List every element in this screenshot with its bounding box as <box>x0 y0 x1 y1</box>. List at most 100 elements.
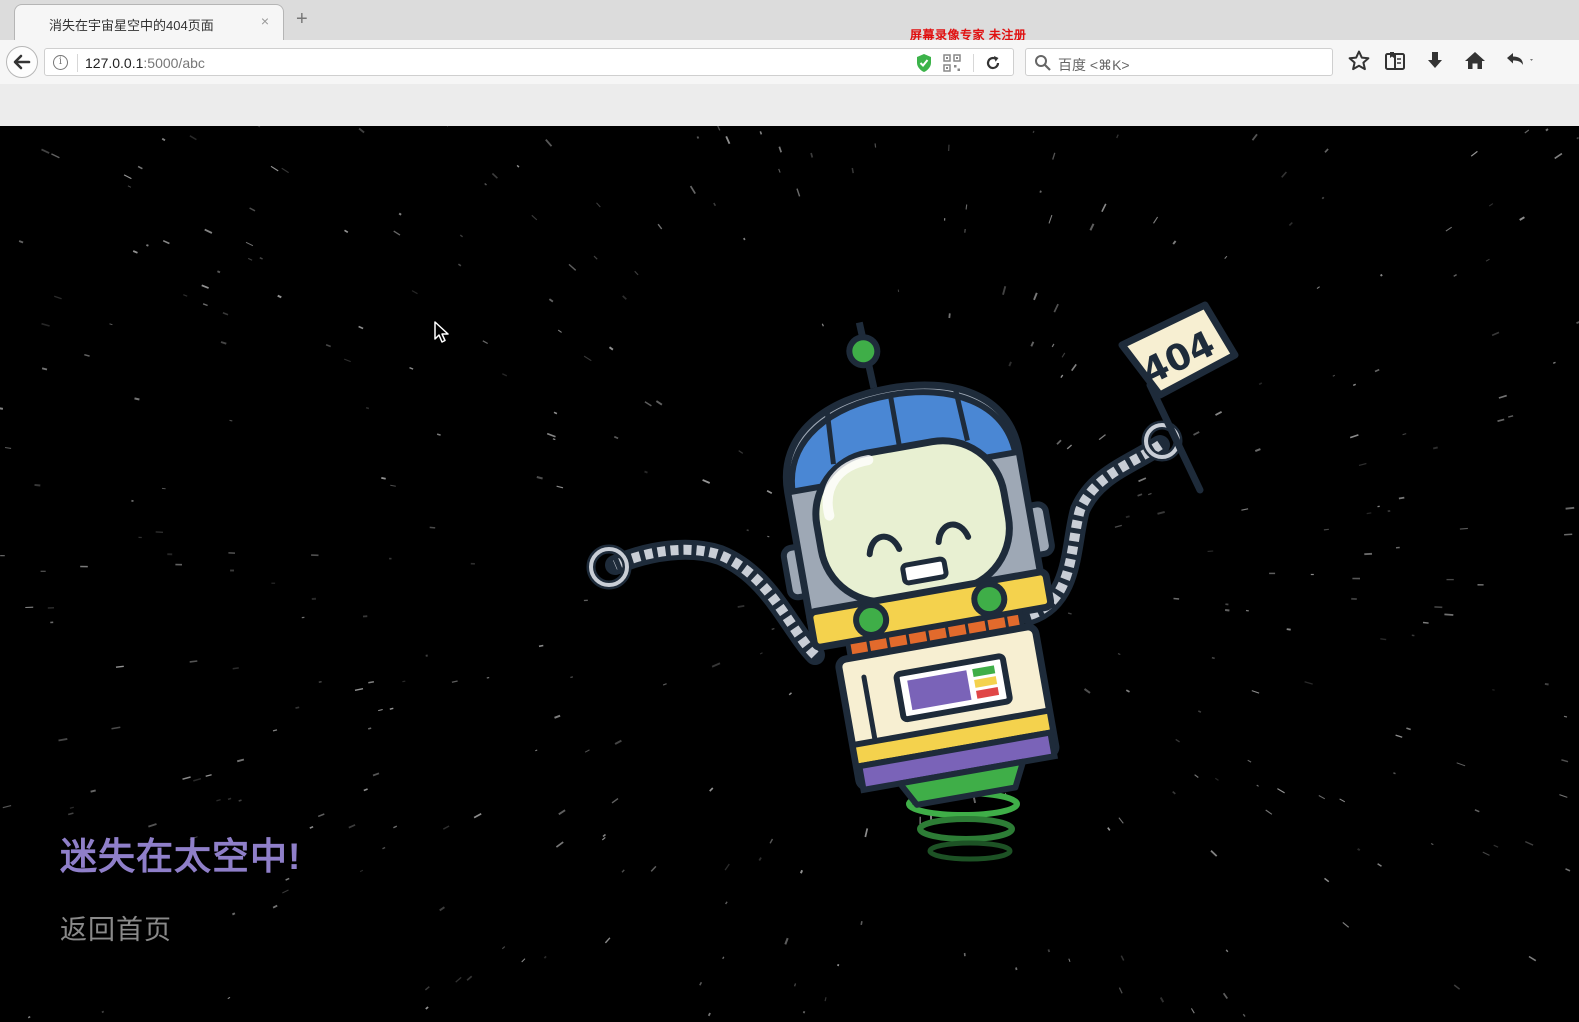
star-streak <box>810 152 814 158</box>
search-bar[interactable]: 百度 <⌘K> <box>1025 48 1333 76</box>
star-streak <box>521 958 526 963</box>
star-streak <box>1251 133 1258 141</box>
thruster-ring-2 <box>917 816 1015 842</box>
star-streak <box>634 270 639 276</box>
star-streak <box>259 257 263 260</box>
star-streak <box>238 799 242 802</box>
star-streak <box>1525 841 1534 846</box>
star-streak <box>1406 727 1411 731</box>
star-streak <box>1422 621 1429 624</box>
mouse-cursor-icon <box>434 321 449 343</box>
star-streak <box>84 353 90 357</box>
star-streak <box>272 729 278 732</box>
star-streak <box>778 146 783 153</box>
back-button[interactable] <box>6 46 38 78</box>
star-streak <box>201 284 209 289</box>
star-streak <box>1444 613 1454 616</box>
info-icon[interactable]: i <box>53 55 68 70</box>
star-streak <box>1498 394 1507 399</box>
star-streak <box>257 126 261 128</box>
star-streak <box>2 805 12 809</box>
address-bar[interactable]: i 127.0.0.1:5000/abc <box>44 48 1014 76</box>
bookmark-star-icon[interactable] <box>1347 49 1371 73</box>
star-streak <box>365 406 370 410</box>
browser-tab[interactable]: 消失在宇宙星空中的404页面 × <box>14 4 284 40</box>
star-streak <box>689 185 696 195</box>
qr-code-icon[interactable] <box>943 54 961 72</box>
star-streak <box>824 997 827 1002</box>
star-streak <box>442 825 450 830</box>
star-streak <box>344 358 351 363</box>
star-streak <box>222 312 229 316</box>
star-streak <box>90 789 96 793</box>
star-streak <box>1493 844 1499 848</box>
star-streak <box>132 250 138 254</box>
star-streak <box>1332 374 1336 377</box>
star-streak <box>874 143 877 148</box>
new-tab-button[interactable]: + <box>296 9 308 29</box>
star-streak <box>193 777 202 782</box>
star-streak <box>34 483 41 487</box>
star-streak <box>1321 196 1325 200</box>
star-streak <box>1564 533 1573 536</box>
star-streak <box>1559 794 1568 798</box>
star-streak <box>707 1012 711 1017</box>
tab-title: 消失在宇宙星空中的404页面 <box>49 18 214 33</box>
star-streak <box>1342 921 1350 928</box>
star-streak <box>1445 226 1453 232</box>
reload-icon[interactable] <box>983 53 1003 73</box>
star-streak <box>1528 955 1537 962</box>
star-streak <box>429 526 436 529</box>
star-streak <box>389 707 394 710</box>
star-streak <box>556 485 564 489</box>
url-text[interactable]: 127.0.0.1:5000/abc <box>85 55 205 71</box>
star-streak <box>204 228 213 234</box>
star-streak <box>0 407 4 410</box>
star-streak <box>402 680 406 683</box>
tab-strip: 消失在宇宙星空中的404页面 × + <box>0 0 1579 40</box>
browser-chrome: 消失在宇宙星空中的404页面 × + 屏幕录像专家 未注册 i 127.0.0.… <box>0 0 1579 127</box>
star-streak <box>127 185 132 188</box>
star-streak <box>1224 255 1228 259</box>
star-streak <box>182 776 191 780</box>
star-streak <box>1172 240 1177 245</box>
star-streak <box>58 737 68 742</box>
star-streak <box>466 975 473 981</box>
star-streak <box>1519 216 1525 221</box>
star-streak <box>1357 847 1361 852</box>
star-streak <box>501 946 506 950</box>
star-streak <box>1052 152 1056 160</box>
star-streak <box>1153 216 1159 224</box>
star-streak <box>455 976 462 983</box>
star-streak <box>535 749 538 752</box>
star-streak <box>1286 628 1291 631</box>
star-streak <box>1288 222 1293 226</box>
star-streak <box>552 438 556 441</box>
star-streak <box>348 824 356 829</box>
star-streak <box>393 825 398 829</box>
star-streak <box>189 135 197 141</box>
star-streak <box>249 207 256 212</box>
download-icon[interactable] <box>1423 49 1447 73</box>
star-streak <box>358 127 365 134</box>
url-path: :5000/abc <box>143 55 205 71</box>
star-streak <box>220 341 227 345</box>
back-home-link[interactable]: 返回首页 <box>60 908 172 947</box>
star-streak <box>295 706 300 709</box>
reload-separator <box>973 54 974 72</box>
search-placeholder: 百度 <⌘K> <box>1058 57 1130 73</box>
star-streak <box>398 212 402 216</box>
star-streak <box>1048 214 1053 224</box>
star-streak <box>482 340 488 345</box>
shield-icon[interactable] <box>915 53 933 73</box>
star-streak <box>372 772 380 777</box>
undo-icon[interactable] <box>1503 49 1537 73</box>
star-streak <box>115 665 124 668</box>
star-streak <box>1492 689 1495 691</box>
tab-close-icon[interactable]: × <box>261 13 269 29</box>
reading-list-icon[interactable] <box>1383 49 1407 73</box>
star-streak <box>1395 734 1403 738</box>
star-streak <box>1323 528 1329 531</box>
home-icon[interactable] <box>1463 49 1487 73</box>
star-streak <box>217 270 221 274</box>
